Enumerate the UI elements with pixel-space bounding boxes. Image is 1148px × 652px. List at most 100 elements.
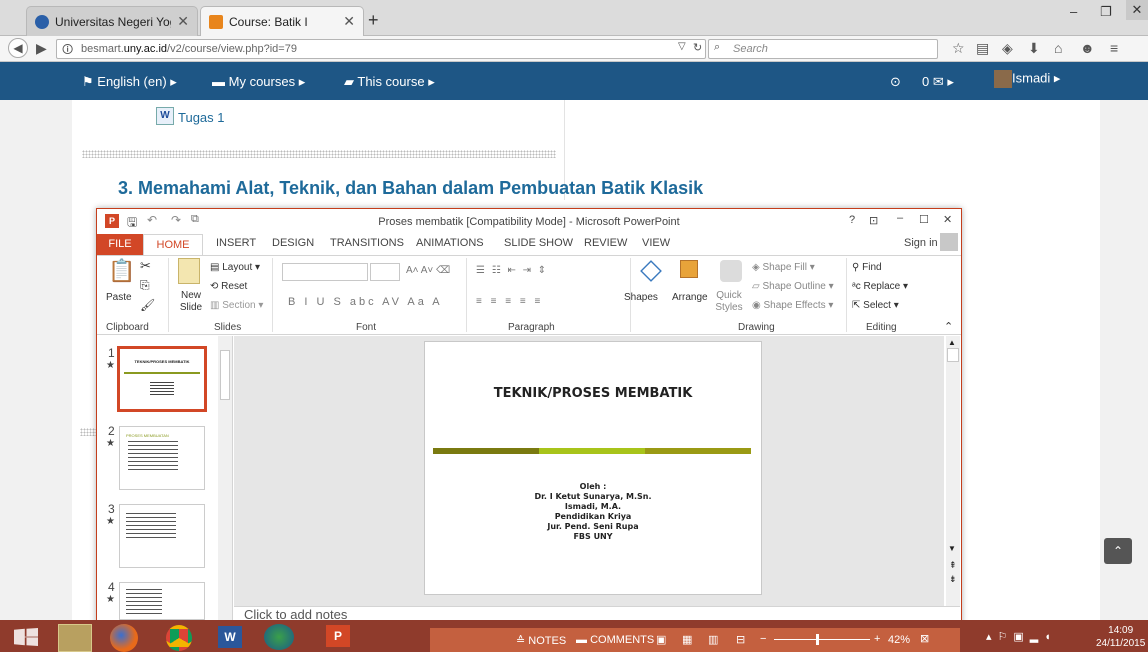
font-format-icons[interactable]: B I U S abc AV Aa A: [288, 296, 443, 308]
ppt-minimize-icon[interactable]: ‒: [897, 212, 903, 224]
tab-design[interactable]: DESIGN: [272, 237, 314, 249]
normal-view-icon[interactable]: ▣: [656, 633, 666, 646]
messages-menu[interactable]: 0 ✉ ▸: [922, 74, 954, 90]
slide-thumbnail-1[interactable]: TEKNIK/PROSES MEMBATIK: [117, 346, 207, 412]
shape-fill-button[interactable]: ◈ Shape Fill ▾: [752, 262, 815, 273]
restore-icon[interactable]: ❐: [1100, 4, 1112, 20]
new-tab-button[interactable]: +: [368, 10, 379, 31]
fit-slide-icon[interactable]: ⊠: [920, 632, 929, 645]
browser-tab-course[interactable]: Course: Batik I ✕: [200, 6, 364, 36]
quick-styles-button[interactable]: Quick Styles: [712, 290, 746, 314]
user-menu[interactable]: Ismadi ▸: [994, 70, 1060, 88]
close-tab-icon[interactable]: ✕: [343, 13, 355, 30]
collapse-ribbon-icon[interactable]: ⌃: [944, 320, 953, 333]
chat-icon[interactable]: ☻: [1080, 40, 1095, 56]
reading-view-icon[interactable]: ▥: [708, 633, 718, 646]
zoom-level[interactable]: 42%: [888, 634, 910, 646]
close-tab-icon[interactable]: ✕: [177, 13, 189, 30]
my-courses-menu[interactable]: ▬ My courses ▸: [212, 74, 305, 90]
tab-slide-show[interactable]: SLIDE SHOW: [504, 237, 573, 249]
list-icons[interactable]: ☰ ☷ ⇤ ⇥ ⇕: [476, 265, 548, 276]
menu-icon[interactable]: ≡: [1110, 40, 1118, 56]
ppt-close-icon[interactable]: ✕: [943, 213, 952, 226]
ribbon-display-icon[interactable]: ⊡: [869, 214, 878, 227]
file-explorer-icon[interactable]: [58, 624, 92, 652]
minimize-icon[interactable]: ‒: [1070, 4, 1077, 19]
ppt-maximize-icon[interactable]: ☐: [919, 213, 929, 226]
paste-button[interactable]: Paste: [106, 292, 132, 303]
arrange-icon[interactable]: [680, 260, 698, 278]
quick-styles-icon[interactable]: [720, 260, 742, 282]
arrange-button[interactable]: Arrange: [672, 292, 708, 303]
tab-insert[interactable]: INSERT: [216, 237, 256, 249]
align-icons[interactable]: ≡ ≡ ≡ ≡ ≡: [476, 296, 543, 307]
sign-in-link[interactable]: Sign in: [904, 237, 938, 249]
slide-thumbnail-2[interactable]: PROSES MEMBUATAN: [119, 426, 205, 490]
reset-button[interactable]: ⟲ Reset: [210, 281, 247, 292]
paste-icon[interactable]: 📋: [108, 258, 135, 284]
account-avatar[interactable]: [940, 233, 958, 251]
scroll-thumb[interactable]: [947, 348, 959, 362]
home-icon[interactable]: ⌂: [1054, 40, 1062, 56]
font-family-select[interactable]: [282, 263, 368, 281]
next-slide-icon[interactable]: ⇟: [949, 574, 957, 585]
find-button[interactable]: ⚲ Find: [852, 262, 882, 273]
tab-animations[interactable]: ANIMATIONS: [416, 237, 484, 249]
powerpoint-taskbar-icon[interactable]: P: [326, 625, 350, 647]
new-slide-button[interactable]: New Slide: [176, 290, 206, 314]
slide-scrollbar[interactable]: ▲ ▼ ⇞ ⇟: [946, 336, 960, 606]
select-button[interactable]: ⇱ Select ▾: [852, 300, 899, 311]
shape-outline-button[interactable]: ▱ Shape Outline ▾: [752, 281, 834, 292]
back-icon[interactable]: ◀: [8, 38, 28, 58]
tab-transitions[interactable]: TRANSITIONS: [330, 237, 404, 249]
scroll-thumb[interactable]: [220, 350, 230, 400]
scroll-up-icon[interactable]: ▲: [948, 338, 956, 347]
search-input[interactable]: Search: [708, 39, 938, 59]
thumbnail-scrollbar[interactable]: [218, 336, 232, 626]
copy-icon[interactable]: ⎘: [140, 278, 150, 293]
font-size-select[interactable]: [370, 263, 400, 281]
network-app-icon[interactable]: [264, 624, 294, 650]
word-icon[interactable]: W: [218, 626, 242, 648]
chrome-icon[interactable]: [166, 625, 192, 651]
current-slide[interactable]: TEKNIK/PROSES MEMBATIK Oleh : Dr. I Ketu…: [424, 341, 762, 595]
system-tray-icons[interactable]: ▴⚐▣▂◖: [986, 630, 1057, 643]
download-icon[interactable]: ⬇: [1028, 40, 1040, 57]
tab-view[interactable]: VIEW: [642, 237, 670, 249]
previous-slide-icon[interactable]: ⇞: [949, 560, 957, 571]
section-button[interactable]: ▥ Section ▾: [210, 300, 263, 311]
forward-icon[interactable]: ▶: [36, 40, 47, 57]
slide-sorter-icon[interactable]: ▦: [682, 633, 692, 646]
bookmark-star-icon[interactable]: ☆: [952, 40, 965, 57]
notification-icon[interactable]: ⊙: [890, 74, 901, 90]
slide-thumbnail-3[interactable]: [119, 504, 205, 568]
clock[interactable]: 14:09 24/11/2015: [1096, 624, 1145, 650]
firefox-icon[interactable]: [110, 624, 138, 652]
zoom-slider-thumb[interactable]: [816, 634, 819, 645]
browser-tab-uny[interactable]: Universitas Negeri Yogyak... ✕: [26, 6, 198, 36]
tab-file[interactable]: FILE: [97, 234, 143, 255]
assignment-link[interactable]: Tugas 1: [178, 110, 225, 125]
slideshow-view-icon[interactable]: ⊟: [736, 633, 745, 646]
scroll-to-top-button[interactable]: ⌃: [1104, 538, 1132, 564]
zoom-in-icon[interactable]: +: [874, 633, 880, 645]
this-course-menu[interactable]: ▰ This course ▸: [344, 74, 435, 90]
shape-effects-button[interactable]: ◉ Shape Effects ▾: [752, 300, 833, 311]
format-painter-icon[interactable]: 🖌: [140, 298, 155, 312]
language-menu[interactable]: ⚑ English (en) ▸: [82, 74, 177, 90]
shapes-button[interactable]: Shapes: [624, 292, 658, 303]
layout-button[interactable]: ▤ Layout ▾: [210, 262, 260, 273]
drag-handle-icon[interactable]: [80, 428, 96, 436]
reload-icon[interactable]: ↻: [693, 41, 702, 54]
slide-thumbnail-4[interactable]: [119, 582, 205, 620]
page-scrollbar[interactable]: [1138, 100, 1148, 620]
comments-toggle[interactable]: ▬ COMMENTS: [576, 634, 654, 646]
notes-toggle[interactable]: ≙ NOTES: [516, 634, 566, 647]
zoom-out-icon[interactable]: −: [760, 633, 766, 645]
font-grow-shrink-icons[interactable]: A˄ A˅ ⌫: [406, 265, 450, 276]
tab-home[interactable]: HOME: [143, 234, 203, 256]
help-icon[interactable]: ?: [849, 214, 855, 226]
zoom-slider[interactable]: [774, 639, 870, 640]
tab-review[interactable]: REVIEW: [584, 237, 627, 249]
scroll-down-icon[interactable]: ▼: [948, 544, 956, 553]
